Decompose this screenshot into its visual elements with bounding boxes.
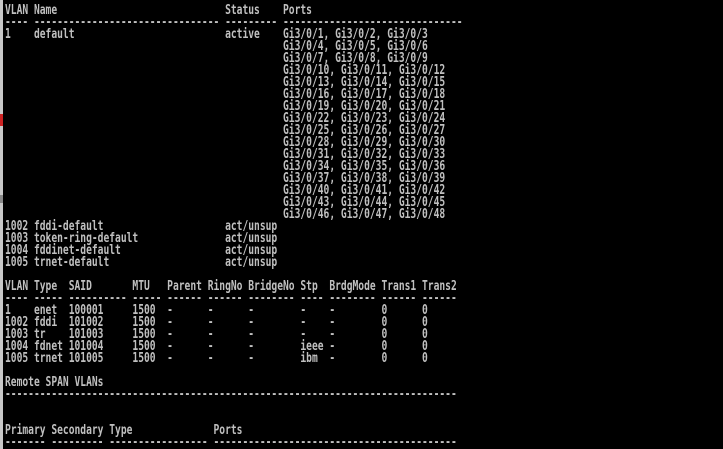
window-edge-marker-secondary [0,195,3,203]
window-edge-marker [0,114,3,126]
window-left-edge [0,0,3,449]
vlan-row-1005: 1005 trnet-default act/unsup [5,255,278,270]
terminal-window[interactable]: VLAN Name Status Ports ---- ------------… [0,0,723,449]
private-vlan-separator: ------- --------- ----------------- ----… [5,435,457,449]
remote-span-separator: ----------------------------------------… [5,387,457,402]
vlan-detail-row-1005: 1005 trnet 101005 1500 - - - ibm - 0 0 [5,351,428,366]
